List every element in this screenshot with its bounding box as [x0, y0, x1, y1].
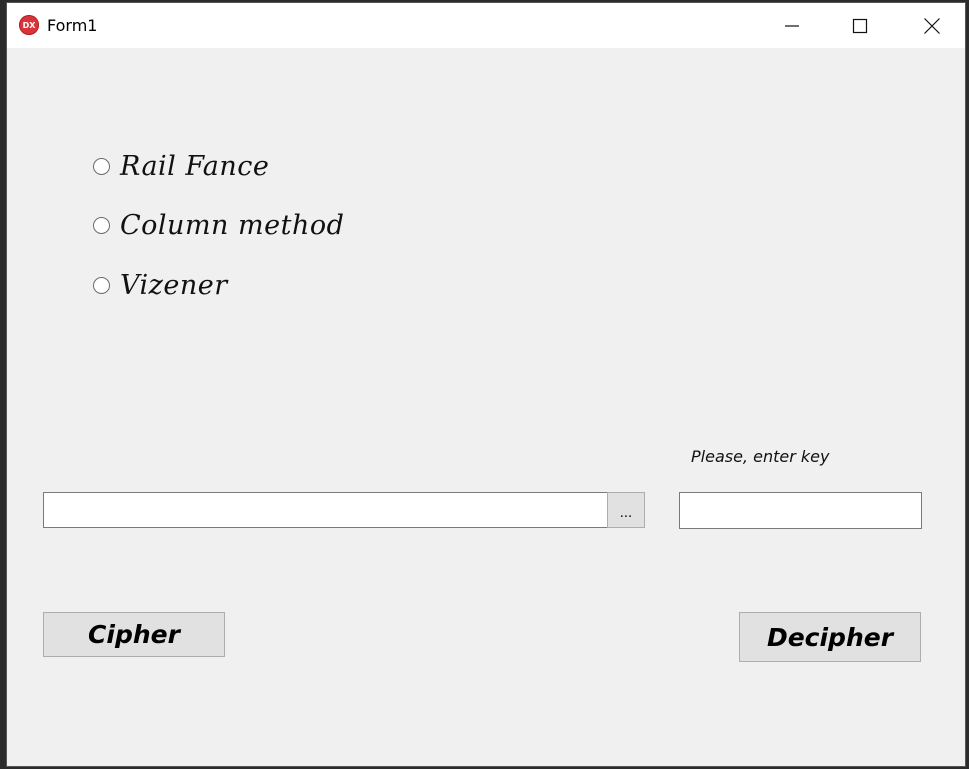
cipher-button[interactable]: Cipher [43, 612, 225, 657]
close-icon [924, 17, 940, 34]
title-bar[interactable]: DX Form1 [7, 3, 965, 48]
radio-rail-fence[interactable]: Rail Fance [93, 149, 269, 183]
app-icon: DX [19, 15, 39, 35]
minimize-button[interactable] [757, 3, 827, 48]
radio-label[interactable]: Vizener [120, 270, 228, 301]
radio-label[interactable]: Column method [120, 210, 344, 241]
minimize-icon [785, 24, 799, 27]
window-title: Form1 [47, 16, 98, 35]
radio-circle-icon[interactable] [93, 216, 110, 234]
close-button[interactable] [897, 3, 967, 48]
radio-circle-icon[interactable] [93, 276, 110, 294]
key-input[interactable] [679, 492, 922, 529]
radio-vizener[interactable]: Vizener [93, 268, 228, 302]
maximize-button[interactable] [825, 3, 895, 48]
file-path-input[interactable] [43, 492, 608, 528]
maximize-icon [852, 18, 868, 33]
main-window: DX Form1 Rail Fance Column method Vizene… [6, 2, 966, 767]
decipher-button[interactable]: Decipher [739, 612, 921, 662]
radio-label[interactable]: Rail Fance [120, 151, 269, 182]
browse-button[interactable]: ... [607, 492, 645, 528]
key-label: Please, enter key [691, 447, 830, 466]
radio-column-method[interactable]: Column method [93, 208, 344, 242]
radio-circle-icon[interactable] [93, 157, 110, 175]
